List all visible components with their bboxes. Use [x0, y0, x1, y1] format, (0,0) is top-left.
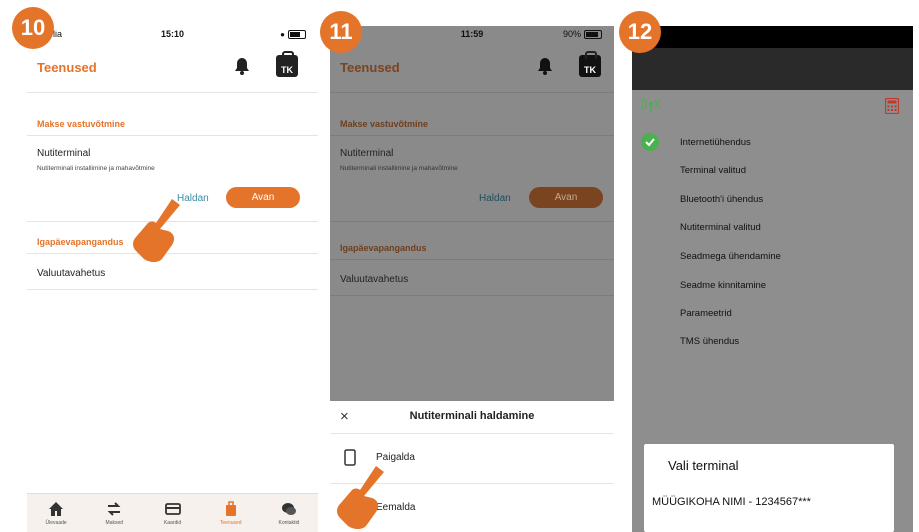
profile-bag-icon[interactable]: TK	[276, 51, 298, 77]
status-bar: a 11:59 90%	[330, 26, 614, 42]
step-terminal-selected: Terminal valitud	[680, 165, 746, 176]
divider	[330, 135, 614, 136]
screen-services: lia 15:10 ● Teenused TK Makse vastuvõtmi…	[27, 26, 318, 532]
screen-services-dimmed: a 11:59 90% Teenused TK Makse vastuvõtmi…	[330, 26, 614, 532]
screen-terminal-setup: Internetiühendus Terminal valitud Blueto…	[632, 26, 913, 532]
divider	[330, 221, 614, 222]
page-title: Teenused	[37, 60, 97, 75]
item-smart-terminal-subtitle: Nutiterminali installimine ja mahavõtmin…	[340, 165, 458, 172]
section-daily-banking: Igapäevapangandus	[340, 243, 427, 253]
card-icon	[164, 502, 181, 515]
check-circle-icon	[641, 133, 659, 151]
bottom-tab-bar: Ülevaade Maksed Kaardid Teenused Kontakt…	[27, 493, 318, 532]
tab-home[interactable]: Ülevaade	[27, 494, 85, 532]
app-bar	[632, 48, 913, 90]
page-title: Teenused	[340, 60, 400, 75]
tab-contacts[interactable]: Kontaktid	[260, 494, 318, 532]
app-bar: Teenused TK	[27, 42, 318, 93]
tab-label: Ülevaade	[45, 519, 67, 526]
battery-percent: 90%	[562, 29, 581, 39]
chat-icon	[281, 502, 296, 515]
clock: 15:10	[160, 29, 185, 39]
terminal-option[interactable]: MÜÜGIKOHA NIMI - 1234567***	[652, 496, 811, 508]
profile-initials: TK	[281, 65, 293, 75]
tab-payments[interactable]: Maksed	[85, 494, 143, 532]
home-icon	[49, 501, 64, 516]
carrier-label: lia	[53, 29, 63, 39]
section-payment-acceptance: Makse vastuvõtmine	[37, 119, 126, 129]
tab-label: Kaardid	[163, 519, 182, 526]
signal-antenna-icon	[642, 97, 660, 113]
section-daily-banking: Igapäevapangandus	[37, 237, 124, 247]
app-bar: Teenused TK	[330, 42, 614, 93]
tab-label: Maksed	[105, 519, 124, 526]
tab-label: Teenused	[219, 519, 242, 526]
sheet-header: × Nutiterminali haldamine	[330, 401, 614, 434]
clock: 11:59	[460, 29, 484, 39]
tab-label: Kontaktid	[278, 519, 300, 526]
open-button[interactable]: Avan	[226, 187, 300, 208]
step-bluetooth: Bluetooth'i ühendus	[680, 194, 764, 205]
section-payment-acceptance: Makse vastuvõtmine	[340, 119, 429, 129]
divider	[330, 259, 614, 260]
bell-icon[interactable]	[235, 57, 249, 75]
item-currency-exchange[interactable]: Valuutavahetus	[37, 268, 105, 279]
step-device-connecting: Seadmega ühendamine	[680, 251, 781, 262]
profile-initials: TK	[584, 65, 596, 75]
status-bar	[632, 26, 913, 48]
step-badge-10: 10	[12, 7, 54, 49]
open-button-label: Avan	[554, 192, 578, 203]
tab-cards[interactable]: Kaardid	[143, 494, 201, 532]
step-parameters: Parameetrid	[680, 308, 732, 319]
dialog-title: Vali terminal	[668, 458, 739, 473]
step-internet: Internetiühendus	[680, 137, 751, 148]
step-badge-12: 12	[619, 11, 661, 53]
profile-bag-icon: TK	[579, 51, 601, 77]
calculator-icon[interactable]	[885, 98, 899, 114]
pointing-hand-icon	[337, 466, 384, 529]
item-smart-terminal-title: Nutiterminal	[37, 148, 91, 159]
divider	[27, 135, 318, 136]
status-bar: lia 15:10 ●	[27, 26, 318, 42]
battery-icon: ●	[280, 29, 306, 39]
step-badge-11: 11	[320, 11, 362, 53]
bell-icon	[538, 58, 552, 75]
item-smart-terminal-subtitle: Nutiterminali installimine ja mahavõtmin…	[37, 165, 155, 172]
step-device-confirmation: Seadme kinnitamine	[680, 280, 767, 291]
sheet-title: Nutiterminali haldamine	[409, 410, 535, 422]
pointing-hand-icon	[133, 199, 180, 262]
open-button-label: Avan	[251, 192, 275, 203]
divider	[330, 295, 614, 296]
tab-services[interactable]: Teenused	[202, 494, 260, 532]
item-smart-terminal-title: Nutiterminal	[340, 148, 394, 159]
divider	[27, 289, 318, 290]
open-button: Avan	[529, 187, 603, 208]
select-terminal-dialog: Vali terminal MÜÜGIKOHA NIMI - 1234567**…	[644, 444, 894, 532]
transfer-icon	[107, 501, 121, 516]
services-icon	[225, 500, 236, 516]
step-smart-terminal-selected: Nutiterminal valitud	[680, 222, 761, 233]
manage-button: Haldan	[479, 193, 511, 204]
step-tms-connection: TMS ühendus	[680, 336, 740, 347]
battery-icon: 90%	[563, 29, 602, 39]
item-currency-exchange: Valuutavahetus	[340, 274, 409, 285]
